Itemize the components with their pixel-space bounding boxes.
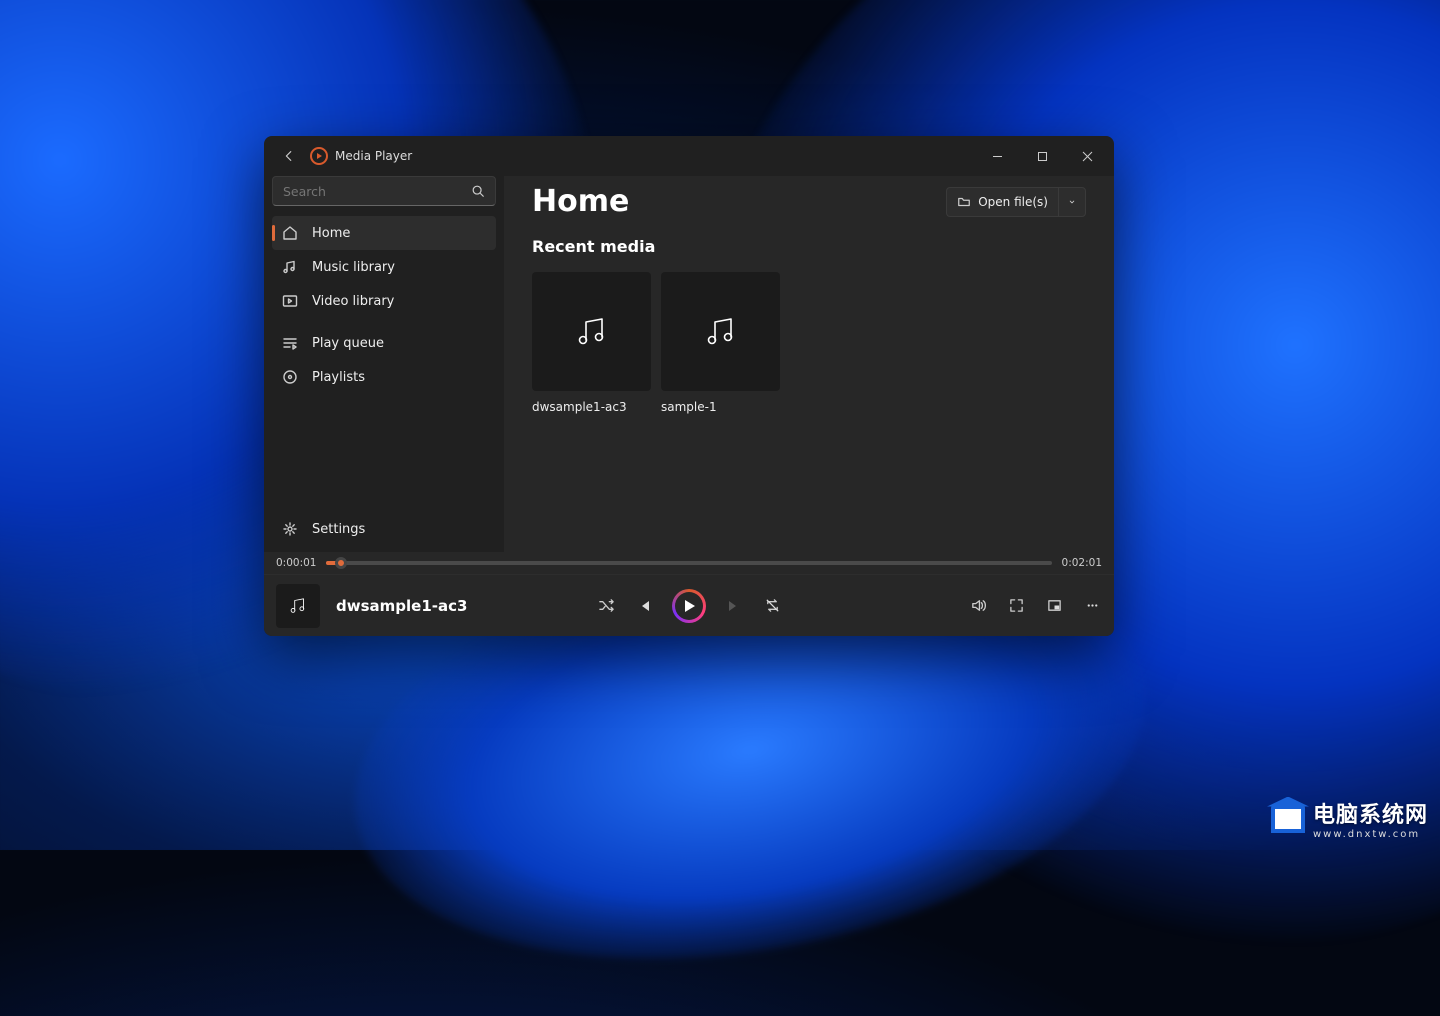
next-button[interactable]	[724, 596, 744, 616]
sidebar-item-home[interactable]: Home	[272, 216, 496, 250]
chevron-down-icon	[1069, 197, 1075, 207]
media-label: sample-1	[661, 400, 780, 414]
titlebar: Media Player	[264, 136, 1114, 176]
now-playing-bar: dwsample1-ac3	[264, 574, 1114, 636]
media-thumbnail	[661, 272, 780, 391]
shuffle-button[interactable]	[596, 596, 616, 616]
open-files-dropdown[interactable]	[1058, 187, 1086, 217]
page-title: Home	[532, 184, 629, 219]
watermark: 电脑系统网 www.dnxtw.com	[1271, 797, 1428, 840]
home-icon	[282, 225, 298, 241]
close-button[interactable]	[1065, 140, 1110, 172]
now-playing-thumbnail[interactable]	[276, 584, 320, 628]
open-files-button[interactable]: Open file(s)	[946, 187, 1058, 217]
app-icon	[310, 147, 328, 165]
search-input[interactable]	[283, 184, 471, 199]
open-files-group: Open file(s)	[946, 187, 1086, 217]
maximize-button[interactable]	[1020, 140, 1065, 172]
watermark-sub: www.dnxtw.com	[1313, 829, 1428, 840]
minimize-button[interactable]	[975, 140, 1020, 172]
previous-button[interactable]	[634, 596, 654, 616]
open-files-label: Open file(s)	[978, 195, 1048, 209]
music-note-icon	[701, 312, 741, 352]
playlists-icon	[282, 369, 298, 385]
music-note-icon	[287, 595, 309, 617]
back-button[interactable]	[274, 141, 304, 171]
media-card[interactable]: sample-1	[661, 272, 780, 414]
duration-time: 0:02:01	[1062, 557, 1102, 569]
media-card[interactable]: dwsample1-ac3	[532, 272, 651, 414]
fullscreen-button[interactable]	[1006, 596, 1026, 616]
sidebar-item-playlists[interactable]: Playlists	[272, 360, 496, 394]
sidebar-item-label: Play queue	[312, 336, 384, 351]
progress-bar-row: 0:00:01 0:02:01	[264, 552, 1114, 574]
search-icon	[471, 184, 485, 198]
repeat-button[interactable]	[762, 596, 782, 616]
watermark-logo	[1271, 805, 1305, 833]
play-button[interactable]	[672, 589, 706, 623]
sidebar-item-label: Music library	[312, 260, 395, 275]
now-playing-right	[968, 596, 1102, 616]
app-title: Media Player	[335, 149, 412, 163]
sidebar-item-label: Settings	[312, 522, 365, 537]
sidebar: Home Music library Video library Play qu	[264, 176, 504, 552]
sidebar-item-settings[interactable]: Settings	[272, 512, 496, 546]
volume-button[interactable]	[968, 596, 988, 616]
sidebar-item-label: Home	[312, 226, 350, 241]
recent-media-heading: Recent media	[532, 237, 1086, 256]
seek-handle[interactable]	[335, 557, 347, 569]
window-controls	[975, 140, 1110, 172]
sidebar-item-label: Video library	[312, 294, 394, 309]
playback-controls	[596, 589, 782, 623]
music-library-icon	[282, 259, 298, 275]
queue-icon	[282, 335, 298, 351]
watermark-main: 电脑系统网	[1313, 797, 1428, 829]
mini-player-button[interactable]	[1044, 596, 1064, 616]
video-library-icon	[282, 293, 298, 309]
recent-media-grid: dwsample1-ac3 sample-1	[532, 272, 1086, 414]
media-thumbnail	[532, 272, 651, 391]
more-button[interactable]	[1082, 596, 1102, 616]
elapsed-time: 0:00:01	[276, 557, 316, 569]
sidebar-item-music-library[interactable]: Music library	[272, 250, 496, 284]
sidebar-item-play-queue[interactable]: Play queue	[272, 326, 496, 360]
play-icon	[684, 599, 696, 613]
gear-icon	[282, 521, 298, 537]
folder-icon	[957, 195, 971, 209]
music-note-icon	[572, 312, 612, 352]
media-label: dwsample1-ac3	[532, 400, 651, 414]
sidebar-item-label: Playlists	[312, 370, 365, 385]
now-playing-title: dwsample1-ac3	[336, 597, 467, 615]
search-box[interactable]	[272, 176, 496, 206]
sidebar-item-video-library[interactable]: Video library	[272, 284, 496, 318]
seek-slider[interactable]	[326, 561, 1051, 565]
content-area: Home Open file(s) Recent media	[504, 176, 1114, 552]
media-player-window: Media Player	[264, 136, 1114, 636]
